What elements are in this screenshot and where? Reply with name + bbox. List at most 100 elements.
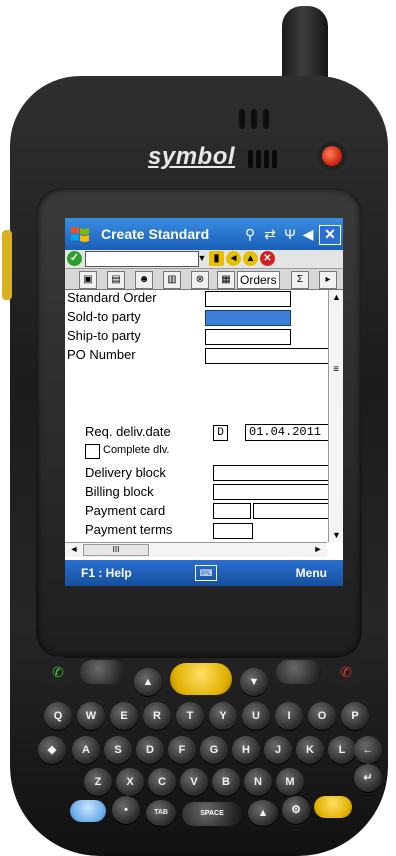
delete-item-icon[interactable]: ⊗ xyxy=(191,271,209,289)
po-number-field[interactable] xyxy=(205,348,337,364)
help-softkey[interactable]: F1 : Help xyxy=(81,566,132,580)
key-e[interactable]: E xyxy=(110,702,138,730)
more-icon[interactable]: ▸ xyxy=(319,271,337,289)
power-button[interactable] xyxy=(322,146,342,166)
end-call-icon[interactable]: ✆ xyxy=(330,656,362,688)
key-i[interactable]: I xyxy=(275,702,303,730)
header-icon[interactable]: ▤ xyxy=(107,271,125,289)
nav-down-button[interactable]: ▼ xyxy=(240,668,268,696)
key-t[interactable]: T xyxy=(176,702,204,730)
left-soft-button[interactable] xyxy=(80,660,126,684)
title-bar: Create Standard ⚲ ⇄ Ψ ◀ ✕ xyxy=(65,218,343,250)
orange-function-key[interactable] xyxy=(314,796,352,818)
sold-to-field[interactable] xyxy=(205,310,291,326)
dot-key[interactable]: • xyxy=(112,796,140,824)
po-number-label: PO Number xyxy=(67,347,136,362)
scroll-up-icon[interactable]: ▲ xyxy=(329,290,343,304)
enter-key[interactable]: ↵ xyxy=(354,764,382,792)
date-type-field[interactable]: D xyxy=(213,425,228,441)
sum-icon[interactable]: Σ xyxy=(291,271,309,289)
key-n[interactable]: N xyxy=(244,768,272,796)
horizontal-scrollbar[interactable]: ◄ III ► xyxy=(65,542,327,557)
partner-icon[interactable]: ☻ xyxy=(135,271,153,289)
backspace-key[interactable]: ← xyxy=(354,736,382,764)
scan-trigger-button[interactable] xyxy=(170,663,232,695)
document-icon[interactable]: ▥ xyxy=(163,271,181,289)
payment-card-number-field[interactable] xyxy=(253,503,337,519)
order-type-field[interactable] xyxy=(205,291,291,307)
special-key[interactable]: ⚙ xyxy=(282,796,310,824)
key-v[interactable]: V xyxy=(180,768,208,796)
key-q[interactable]: Q xyxy=(44,702,72,730)
key-j[interactable]: J xyxy=(264,736,292,764)
scroll-down-icon[interactable]: ▼ xyxy=(329,528,343,542)
command-field[interactable] xyxy=(85,251,199,267)
key-f[interactable]: F xyxy=(168,736,196,764)
save-icon[interactable]: ▮ xyxy=(209,251,224,266)
right-soft-button[interactable] xyxy=(276,660,322,684)
key-m[interactable]: M xyxy=(276,768,304,796)
volume-icon[interactable]: ◀ xyxy=(299,225,317,243)
payment-card-type-field[interactable] xyxy=(213,503,251,519)
key-l[interactable]: L xyxy=(328,736,356,764)
tab-key[interactable]: TAB xyxy=(146,800,176,826)
brand-logo: symbol xyxy=(148,143,236,170)
delivery-date-field[interactable]: 01.04.2011 xyxy=(245,424,340,441)
shift-key[interactable]: ◆ xyxy=(38,736,66,764)
key-c[interactable]: C xyxy=(148,768,176,796)
back-icon[interactable]: ◄ xyxy=(226,251,241,266)
key-r[interactable]: R xyxy=(143,702,171,730)
key-d[interactable]: D xyxy=(136,736,164,764)
call-icon[interactable]: ✆ xyxy=(42,656,74,688)
cancel-icon[interactable]: ✕ xyxy=(260,251,275,266)
bluetooth-icon[interactable]: ⚲ xyxy=(241,225,259,243)
keyboard-icon[interactable]: ⌨ xyxy=(195,565,217,581)
key-o[interactable]: O xyxy=(308,702,336,730)
ship-to-field[interactable] xyxy=(205,329,291,345)
nav-up-button[interactable]: ▲ xyxy=(134,668,162,696)
menu-softkey[interactable]: Menu xyxy=(296,566,327,580)
chevron-down-icon[interactable]: ▼ xyxy=(197,251,207,265)
signal-icon[interactable]: Ψ xyxy=(281,225,299,243)
key-x[interactable]: X xyxy=(116,768,144,796)
earpiece-hole xyxy=(250,108,258,130)
overview-icon[interactable]: ▣ xyxy=(79,271,97,289)
up-arrow-key[interactable]: ▲ xyxy=(248,800,278,826)
function-toolbar: ▣ ▤ ☻ ▥ ⊗ ▦ Orders Σ ▸ xyxy=(65,269,343,290)
connectivity-icon[interactable]: ⇄ xyxy=(261,225,279,243)
payment-terms-label: Payment terms xyxy=(85,522,173,537)
key-h[interactable]: H xyxy=(232,736,260,764)
space-key[interactable]: SPACE xyxy=(182,802,242,826)
key-u[interactable]: U xyxy=(242,702,270,730)
delivery-block-field[interactable] xyxy=(213,465,337,481)
hscroll-thumb[interactable]: III xyxy=(83,544,149,556)
scroll-right-icon[interactable]: ► xyxy=(311,543,325,556)
exit-icon[interactable]: ▲ xyxy=(243,251,258,266)
tab-orders[interactable]: Orders xyxy=(237,271,280,289)
close-button[interactable]: ✕ xyxy=(319,225,341,245)
complete-dlv-checkbox[interactable] xyxy=(85,444,100,459)
key-b[interactable]: B xyxy=(212,768,240,796)
payment-terms-field[interactable] xyxy=(213,523,253,539)
key-z[interactable]: Z xyxy=(84,768,112,796)
key-a[interactable]: A xyxy=(72,736,100,764)
key-s[interactable]: S xyxy=(104,736,132,764)
windows-start-icon[interactable] xyxy=(69,224,91,244)
scroll-thumb[interactable]: ≡ xyxy=(331,365,341,375)
blue-function-key[interactable] xyxy=(70,800,106,822)
key-w[interactable]: W xyxy=(77,702,105,730)
grid-icon[interactable]: ▦ xyxy=(217,271,235,289)
speaker-grille xyxy=(256,150,261,168)
billing-block-field[interactable] xyxy=(213,484,337,500)
payment-card-label: Payment card xyxy=(85,503,166,518)
scroll-left-icon[interactable]: ◄ xyxy=(67,543,81,556)
standard-order-label: Standard Order xyxy=(67,290,157,305)
key-p[interactable]: P xyxy=(341,702,369,730)
ship-to-label: Ship-to party xyxy=(67,328,141,343)
side-scan-button[interactable] xyxy=(2,230,12,300)
key-g[interactable]: G xyxy=(200,736,228,764)
key-k[interactable]: K xyxy=(296,736,324,764)
checkmark-icon[interactable]: ✓ xyxy=(67,251,82,266)
key-y[interactable]: Y xyxy=(209,702,237,730)
vertical-scrollbar[interactable]: ▲ ≡ ▼ xyxy=(328,290,343,542)
